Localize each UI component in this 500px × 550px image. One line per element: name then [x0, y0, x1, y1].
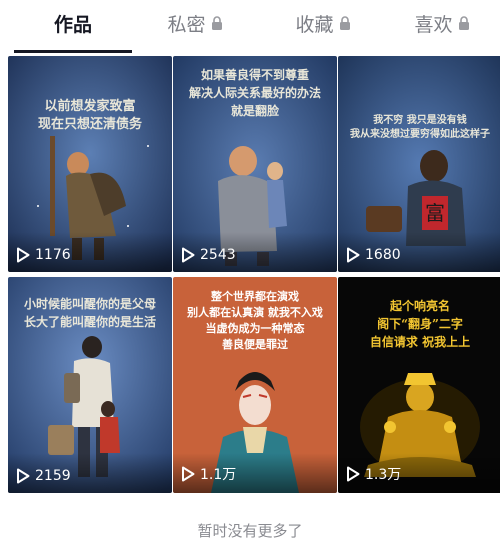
- active-tab-indicator: [14, 50, 132, 53]
- lock-icon: [211, 16, 222, 30]
- lock-icon: [458, 16, 469, 30]
- play-icon: [182, 247, 195, 263]
- video-caption: 整个世界都在演戏 别人都在认真演 就我不入戏 当虚伪成为一种常态 善良便是罪过: [187, 290, 323, 351]
- play-count-value: 2543: [200, 247, 236, 263]
- play-icon: [182, 466, 195, 482]
- play-icon: [17, 247, 30, 263]
- play-icon: [17, 468, 30, 484]
- profile-tabs: 作品 私密 收藏 喜欢: [0, 0, 500, 53]
- play-icon: [347, 247, 360, 263]
- play-count-value: 1.3万: [365, 467, 402, 483]
- tab-works[interactable]: 作品: [14, 0, 132, 46]
- play-count-value: 1680: [365, 247, 401, 263]
- tab-private[interactable]: 私密: [140, 0, 250, 46]
- tab-likes[interactable]: 喜欢: [392, 0, 492, 46]
- play-count: 1.3万: [346, 464, 401, 484]
- play-count: 2543: [181, 247, 236, 263]
- video-thumbnail[interactable]: 以前想发家致富 现在只想还清债务 1176: [8, 56, 172, 272]
- video-caption: 如果善良得不到尊重 解决人际关系最好的办法 就是翻脸: [188, 68, 321, 118]
- play-icon: [347, 466, 360, 482]
- video-thumbnail[interactable]: 小时候能叫醒你的是父母 长大了能叫醒你的是生活 2159: [8, 277, 172, 493]
- play-count: 2159: [16, 468, 71, 484]
- video-caption: 我不穷 我只是没有钱 我从来没想过要穷得如此这样子: [350, 115, 490, 140]
- play-count: 1.1万: [181, 464, 236, 484]
- tab-label: 喜欢: [414, 13, 453, 36]
- play-count: 1176: [16, 247, 71, 263]
- play-count-value: 2159: [35, 468, 71, 484]
- video-caption: 起个响亮名 阁下“翻身”二字 自信请求 祝我上上: [369, 299, 471, 349]
- lock-icon: [339, 16, 350, 30]
- tab-label: 收藏: [295, 13, 334, 36]
- video-thumbnail[interactable]: 整个世界都在演戏 别人都在认真演 就我不入戏 当虚伪成为一种常态 善良便是罪过 …: [173, 277, 337, 493]
- video-thumbnail[interactable]: 起个响亮名 阁下“翻身”二字 自信请求 祝我上上 1.3万: [338, 277, 500, 493]
- play-count: 1680: [346, 247, 401, 263]
- no-more-content-text: 暂时没有更多了: [197, 522, 303, 540]
- play-count-value: 1.1万: [200, 467, 237, 483]
- video-caption: 以前想发家致富 现在只想还清债务: [37, 99, 142, 132]
- tab-favorites[interactable]: 收藏: [268, 0, 378, 46]
- video-thumbnail[interactable]: 富 我不穷 我只是没有钱 我从来没想过要穷得如此这样子 1680: [338, 56, 500, 272]
- svg-text:富: 富: [425, 201, 445, 225]
- tab-label: 私密: [167, 13, 206, 36]
- video-thumbnail[interactable]: 如果善良得不到尊重 解决人际关系最好的办法 就是翻脸 2543: [173, 56, 337, 272]
- video-caption: 小时候能叫醒你的是父母 长大了能叫醒你的是生活: [23, 297, 156, 329]
- tab-label: 作品: [53, 13, 92, 36]
- play-count-value: 1176: [35, 247, 71, 263]
